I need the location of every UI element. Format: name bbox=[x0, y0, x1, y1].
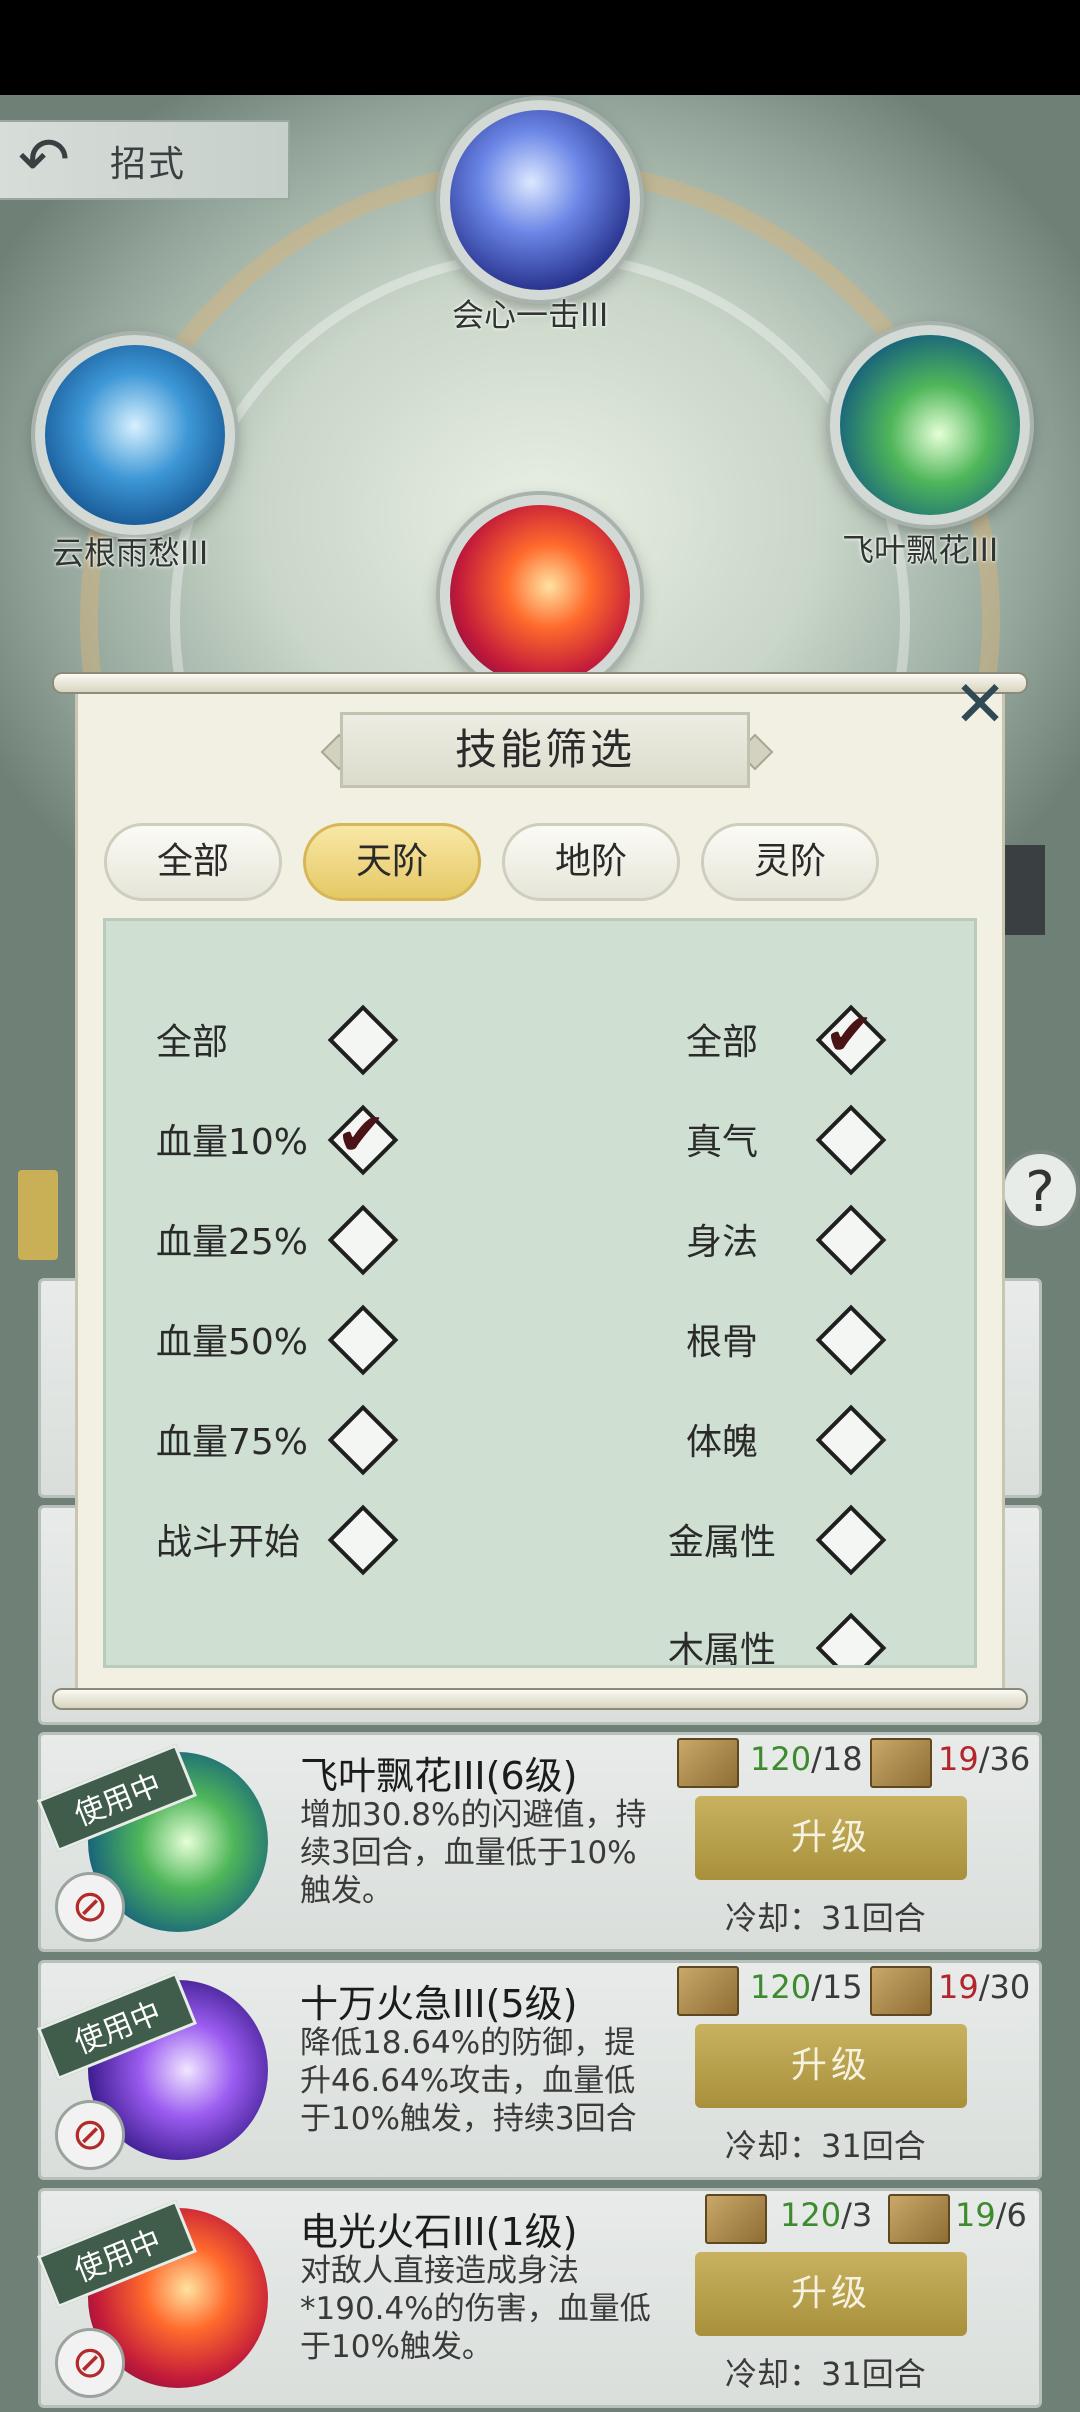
cooldown-text: 冷却：31回合 bbox=[725, 1899, 926, 1937]
skill-orb-center[interactable] bbox=[440, 495, 640, 695]
filter-left-label: 血量10% bbox=[156, 1122, 309, 1163]
skill-orb-left-label: 云根雨愁III bbox=[52, 534, 209, 572]
book1-need: /3 bbox=[841, 2196, 873, 2234]
skill-book-icon bbox=[677, 1966, 739, 2016]
book2-need: /6 bbox=[995, 2196, 1027, 2234]
tab-tian[interactable]: 天阶 bbox=[303, 823, 481, 901]
filter-options-panel: 全部 血量10% ✔ 血量25% 血量50% 血量75% 战斗开始 全部 ✔ 真… bbox=[103, 918, 977, 1668]
ban-icon[interactable]: ⊘ bbox=[55, 2100, 125, 2170]
filter-right-checkbox[interactable] bbox=[815, 1504, 887, 1576]
filter-left-checkbox[interactable] bbox=[327, 1204, 399, 1276]
tab-ling[interactable]: 灵阶 bbox=[701, 823, 879, 901]
skill-description: 对敌人直接造成身法*190.4%的伤害，血量低于10%触发。 bbox=[300, 2253, 651, 2365]
filter-left-label: 血量25% bbox=[156, 1222, 309, 1263]
skill-title: 十万火急III(5级) bbox=[300, 1982, 578, 2026]
side-tab[interactable] bbox=[18, 1170, 58, 1260]
filter-right-checkbox[interactable] bbox=[815, 1204, 887, 1276]
skill-book-icon bbox=[677, 1738, 739, 1788]
manual-book-icon bbox=[888, 2194, 950, 2244]
book2-have: 19 bbox=[938, 1968, 979, 2006]
filter-right-checkbox[interactable] bbox=[815, 1304, 887, 1376]
skill-description: 增加30.8%的闪避值，持续3回合，血量低于10%触发。 bbox=[300, 1797, 647, 1909]
modal-title: 技能筛选 bbox=[340, 712, 750, 788]
filter-left-label: 血量75% bbox=[156, 1422, 309, 1463]
book1-have: 120 bbox=[780, 2196, 842, 2234]
checkmark-icon: ✔ bbox=[824, 1000, 875, 1070]
upgrade-button[interactable]: 升级 bbox=[695, 2252, 967, 2336]
skill-book-icon bbox=[705, 2194, 767, 2244]
filter-right-label: 真气 bbox=[686, 1122, 759, 1163]
close-icon[interactable]: ✕ bbox=[945, 670, 1015, 740]
filter-right-label: 全部 bbox=[686, 1022, 759, 1063]
upgrade-button[interactable]: 升级 bbox=[695, 2024, 967, 2108]
help-icon[interactable]: ? bbox=[1000, 1150, 1080, 1230]
book1-stat: 120/15 bbox=[750, 1968, 863, 2006]
filter-right-checkbox[interactable] bbox=[815, 1612, 887, 1665]
filter-left-label: 全部 bbox=[156, 1022, 229, 1063]
filter-right-label: 金属性 bbox=[668, 1522, 777, 1563]
skill-title: 电光火石III(1级) bbox=[300, 2210, 578, 2254]
skill-orb-top-label: 会心一击III bbox=[452, 296, 609, 334]
dropdown-toggle[interactable] bbox=[1000, 845, 1045, 935]
filter-right-checkbox[interactable] bbox=[815, 1104, 887, 1176]
skill-orb-right[interactable] bbox=[830, 325, 1030, 525]
scroll-rod-bottom bbox=[52, 1688, 1028, 1710]
manual-book-icon bbox=[870, 1738, 932, 1788]
skill-description: 降低18.64%的防御，提升46.64%攻击，血量低于10%触发，持续3回合 bbox=[300, 2025, 637, 2137]
filter-left-checkbox[interactable] bbox=[327, 1504, 399, 1576]
book1-need: /15 bbox=[811, 1968, 863, 2006]
upgrade-button[interactable]: 升级 bbox=[695, 1796, 967, 1880]
book1-stat: 120/3 bbox=[780, 2196, 872, 2234]
filter-left-label: 战斗开始 bbox=[156, 1522, 301, 1563]
filter-left-checkbox[interactable] bbox=[327, 1404, 399, 1476]
book2-have: 19 bbox=[955, 2196, 996, 2234]
filter-right-label: 木属性 bbox=[668, 1630, 777, 1668]
book2-need: /36 bbox=[978, 1740, 1031, 1778]
filter-left-checkbox[interactable] bbox=[327, 1304, 399, 1376]
cooldown-text: 冷却：31回合 bbox=[725, 2127, 926, 2165]
checkmark-icon: ✔ bbox=[336, 1100, 387, 1170]
page-title: 招式 bbox=[110, 144, 187, 185]
skill-orb-top[interactable] bbox=[440, 100, 640, 300]
book2-stat: 19/36 bbox=[938, 1740, 1030, 1778]
cooldown-text: 冷却：31回合 bbox=[725, 2355, 926, 2393]
ban-icon[interactable]: ⊘ bbox=[55, 2328, 125, 2398]
skill-orb-left[interactable] bbox=[35, 335, 235, 535]
ban-icon[interactable]: ⊘ bbox=[55, 1872, 125, 1942]
filter-right-checkbox[interactable] bbox=[815, 1404, 887, 1476]
scroll-rod-top bbox=[52, 672, 1028, 694]
book1-stat: 120/18 bbox=[750, 1740, 863, 1778]
tab-all[interactable]: 全部 bbox=[104, 823, 282, 901]
book2-have: 19 bbox=[938, 1740, 979, 1778]
skill-orb-right-label: 飞叶飘花III bbox=[842, 531, 999, 569]
book1-have: 120 bbox=[750, 1740, 812, 1778]
back-arrow-icon[interactable]: ↶ bbox=[18, 128, 98, 192]
manual-book-icon bbox=[870, 1966, 932, 2016]
filter-right-label: 体魄 bbox=[686, 1422, 759, 1463]
filter-right-label: 身法 bbox=[686, 1222, 759, 1263]
book2-stat: 19/30 bbox=[938, 1968, 1030, 2006]
tab-di[interactable]: 地阶 bbox=[502, 823, 680, 901]
skill-title: 飞叶飘花III(6级) bbox=[300, 1754, 578, 1798]
book1-need: /18 bbox=[811, 1740, 863, 1778]
filter-right-label: 根骨 bbox=[686, 1322, 759, 1363]
filter-left-label: 血量50% bbox=[156, 1322, 309, 1363]
book2-stat: 19/6 bbox=[955, 2196, 1027, 2234]
filter-left-checkbox[interactable] bbox=[327, 1004, 399, 1076]
book2-need: /30 bbox=[978, 1968, 1031, 2006]
book1-have: 120 bbox=[750, 1968, 812, 2006]
